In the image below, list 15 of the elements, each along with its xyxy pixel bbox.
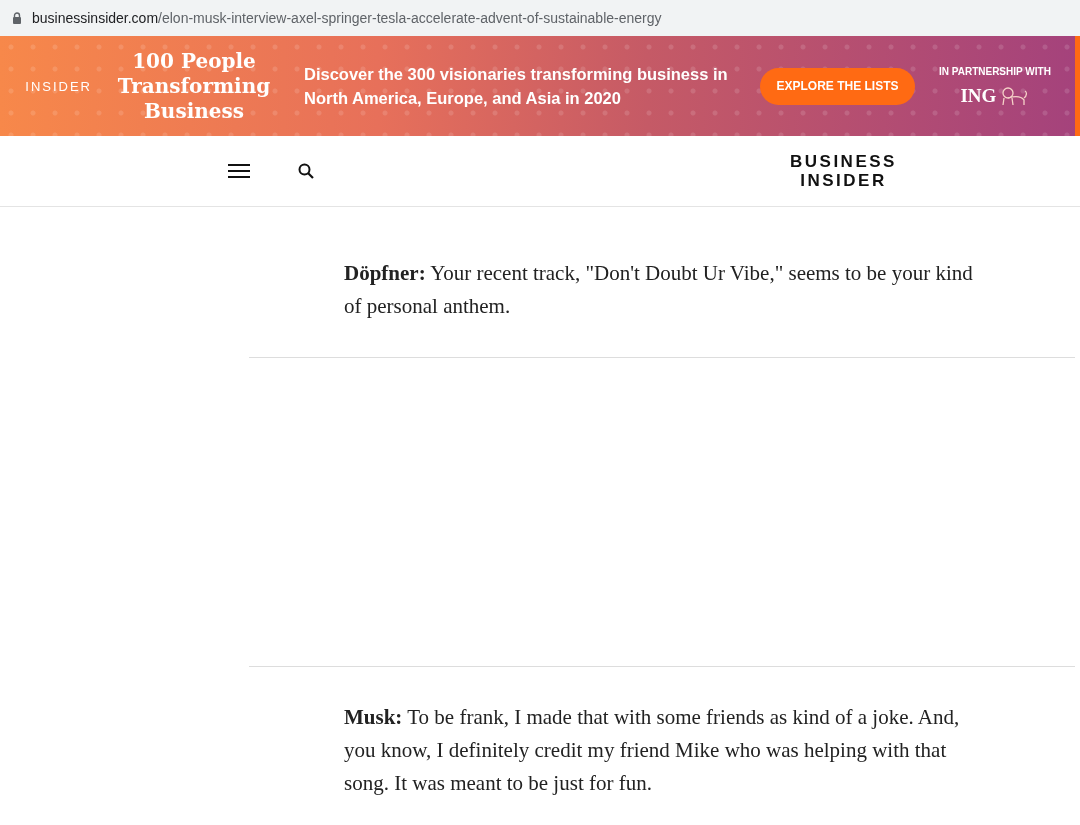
- promo-banner[interactable]: INSIDER 100 People Transforming Business Discover the 300 visionaries transforming business in North America, Europe, and Asia in 2020 EXPLORE THE LISTS IN PARTNERSHIP WITH ING: [0, 36, 1080, 136]
- banner-text: Discover the 300 visionaries transforming business in North America, Europe, and Asia in 2020: [304, 64, 729, 109]
- article-paragraph: Döpfner: Your recent track, "Don't Doubt Ur Vibe," seems to be your kind of personal anthem.: [343, 260, 974, 320]
- brand-text: INSIDER: [24, 78, 92, 94]
- menu-icon[interactable]: [228, 163, 250, 179]
- partner-logo-text: ING: [960, 84, 997, 107]
- address-bar[interactable]: businessinsider.com/elon-musk-interview-axel-springer-tesla-accelerate-advent-of-sustainable-energy: [0, 0, 1080, 36]
- banner-title: 100 People Transforming Business: [116, 48, 272, 124]
- lion-icon: [999, 85, 1030, 106]
- article-paragraph: Musk: To be frank, I made that with some friends as kind of a joke. And, you know, I definitely credit my friend Mike who was helping with that song. It was meant to be just for fun.: [343, 704, 961, 797]
- lock-icon: [12, 12, 22, 24]
- partner-label: IN PARTNERSHIP WITH: [939, 65, 1051, 77]
- site-logo[interactable]: BUSINESS INSIDER: [790, 152, 897, 190]
- search-icon[interactable]: [298, 163, 314, 179]
- url-text: businessinsider.com/elon-musk-interview-axel-springer-tesla-accelerate-advent-of-sustainable-energy: [32, 10, 662, 26]
